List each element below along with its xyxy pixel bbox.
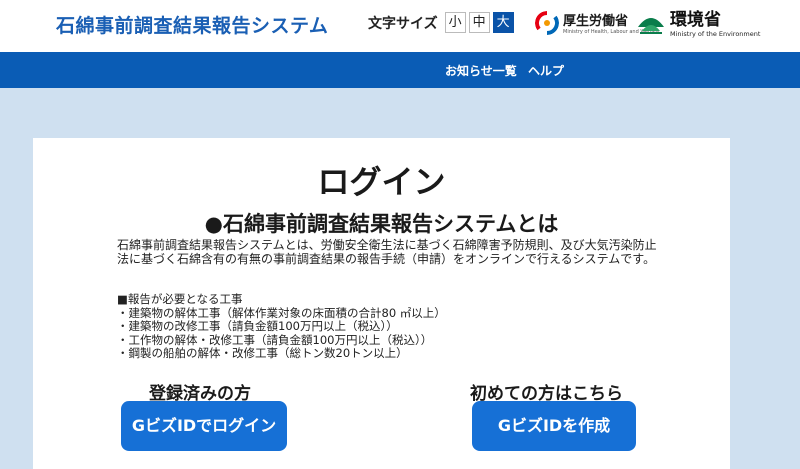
required-works-title: ■報告が必要となる工事 — [117, 292, 243, 306]
top-header: 石綿事前調査結果報告システム 文字サイズ 小 中 大 厚生労働省 Ministr… — [0, 0, 800, 52]
app-title[interactable]: 石綿事前調査結果報告システム — [56, 11, 328, 38]
list-item: ・工作物の解体・改修工事（請負金額100万円以上（税込）） — [117, 332, 433, 347]
font-size-small-button[interactable]: 小 — [444, 12, 466, 33]
env-logo-icon — [638, 17, 664, 34]
env-logo-subtitle: Ministry of the Environment — [670, 30, 761, 38]
gbizid-create-button[interactable]: GビズIDを作成 — [472, 401, 636, 451]
list-item: ・建築物の解体工事（解体作業対象の床面積の合計80 ㎡以上） — [117, 305, 446, 320]
page-title: ログイン — [317, 163, 446, 201]
list-item: ・鋼製の船舶の解体・改修工事（総トン数20トン以上） — [117, 346, 408, 360]
required-works-list: ■報告が必要となる工事 ・建築物の解体工事（解体作業対象の床面積の合計80 ㎡以… — [117, 292, 657, 361]
about-heading: ●石綿事前調査結果報告システムとは — [204, 212, 559, 236]
mhlw-logo-icon — [535, 10, 559, 35]
font-size-medium-button[interactable]: 中 — [468, 12, 490, 33]
gbizid-login-button[interactable]: GビズIDでログイン — [121, 401, 287, 451]
font-size-switcher: 文字サイズ 小 中 大 — [368, 12, 514, 33]
list-item: ・建築物の改修工事（請負金額100万円以上（税込）） — [117, 319, 398, 333]
env-logo-name: 環境省 — [670, 10, 721, 30]
system-description: 石綿事前調査結果報告システムとは、労働安全衛生法に基づく石綿障害予防規則、及び大… — [117, 238, 657, 266]
font-size-label: 文字サイズ — [368, 15, 438, 32]
env-logo[interactable]: 環境省 Ministry of the Environment — [636, 5, 760, 38]
login-card: ログイン ●石綿事前調査結果報告システムとは 石綿事前調査結果報告システムとは、… — [33, 138, 730, 469]
font-size-large-button[interactable]: 大 — [492, 12, 514, 33]
nav-help-link[interactable]: ヘルプ — [528, 62, 564, 79]
main-navbar: お知らせ一覧 ヘルプ — [0, 52, 800, 88]
nav-news-link[interactable]: お知らせ一覧 — [445, 62, 517, 79]
